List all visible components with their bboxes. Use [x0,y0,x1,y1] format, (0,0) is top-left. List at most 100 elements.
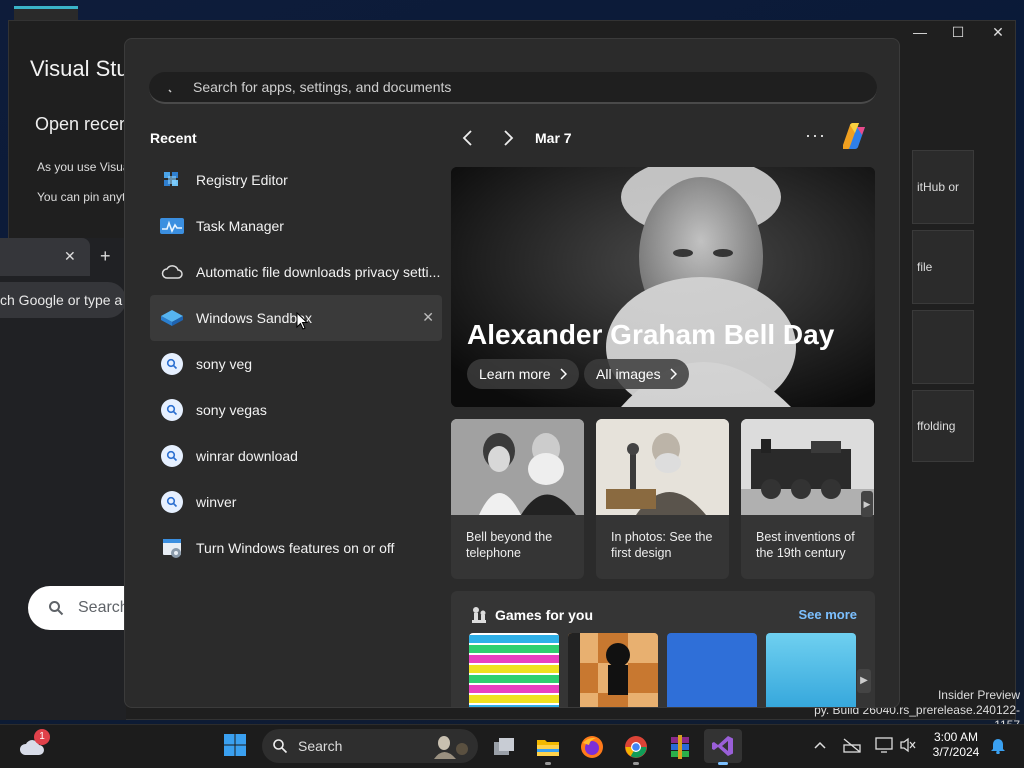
search-icon [161,353,183,375]
next-day-button[interactable] [497,127,519,149]
story-card-image [451,419,584,515]
game-tile-blue[interactable] [667,633,757,707]
chrome-icon[interactable] [620,731,652,765]
story-card-title: Best inventions of the 19th century [756,530,855,560]
chess-icon [471,606,487,629]
story-card-first-design[interactable]: In photos: See the first design [596,419,729,579]
search-icon [161,399,183,421]
games-section: Games for you See more ▶ [451,591,875,707]
chrome-new-tab-icon[interactable]: + [100,246,111,267]
start-menu: Search for apps, settings, and documents… [124,38,900,708]
taskbar: 1 Search 3:00 AM 3/7/2024 [0,724,1024,768]
file-explorer-icon[interactable] [532,731,564,765]
task-view-icon[interactable] [488,731,520,763]
vs-info-line-1: As you use Visua [37,160,130,174]
clock-date: 3/7/2024 [932,745,980,759]
hero-title: Alexander Graham Bell Day [467,319,835,350]
recent-item-windows-features[interactable]: Turn Windows features on or off [150,525,442,571]
winrar-icon[interactable] [664,731,696,763]
vs-action-card-folder[interactable] [912,310,974,384]
windows-features-icon [160,536,184,560]
recent-heading: Recent [150,130,197,146]
games-scroll-right-icon[interactable]: ▶ [857,669,871,693]
learn-more-label: Learn more [479,366,551,382]
recent-item-label: Registry Editor [196,172,288,188]
chevron-right-icon [669,368,677,380]
recent-item-registry-editor[interactable]: Registry Editor [150,157,442,203]
recent-item-label: sony vegas [196,402,267,418]
start-search-placeholder: Search for apps, settings, and documents [193,79,452,95]
chrome-tab-close-icon[interactable]: ✕ [64,248,76,265]
recent-item-label: Windows Sandbox [196,310,312,326]
taskbar-clock[interactable]: 3:00 AM 3/7/2024 [930,730,982,760]
previous-day-button[interactable] [457,127,479,149]
learn-more-button[interactable]: Learn more [467,359,579,389]
mouse-cursor-icon [296,311,309,335]
start-search-input[interactable]: Search for apps, settings, and documents [149,72,877,104]
minimize-icon[interactable]: — [900,24,940,46]
display-icon[interactable] [872,733,896,757]
game-tile-color-lines[interactable] [469,633,559,707]
search-icon [161,491,183,513]
cloud-icon [160,260,184,284]
vs-action-card-open[interactable]: file [912,230,974,304]
registry-editor-icon [160,168,184,192]
show-hidden-icons-chevron-up-icon[interactable] [808,733,832,757]
search-icon [48,600,64,616]
spotlight-date: Mar 7 [535,130,572,146]
notification-badge: 1 [34,729,50,745]
background-window-tab [14,6,78,20]
notification-bell-icon[interactable] [986,733,1010,757]
games-heading: Games for you [495,607,594,623]
all-images-label: All images [596,366,661,382]
game-tile-chess[interactable] [568,633,658,707]
recent-list: Registry Editor Task Manager Automatic f… [150,157,442,571]
task-manager-icon [160,214,184,238]
chrome-address-bar[interactable]: ch Google or type a [0,282,126,318]
widgets-weather-icon[interactable]: 1 [16,729,50,763]
story-card-title: In photos: See the first design [611,530,713,560]
firefox-icon[interactable] [576,731,608,763]
vs-action-card-clone[interactable]: itHub or [912,150,974,224]
search-icon [272,738,288,754]
clock-time: 3:00 AM [933,730,979,744]
vs-action-card-new[interactable]: ffolding [912,390,974,462]
copilot-icon[interactable] [837,119,871,153]
vs-title: Visual Stu [30,56,129,81]
recent-item-label: sony veg [196,356,253,372]
recent-item-search-winrar-download[interactable]: winrar download [150,433,442,479]
more-options-icon[interactable]: ··· [805,125,826,146]
story-card-image [596,419,729,515]
story-card-bell-beyond[interactable]: Bell beyond the telephone [451,419,584,579]
cards-scroll-right-icon[interactable]: ▶ [861,491,873,517]
maximize-icon[interactable]: ☐ [938,24,978,46]
chrome-google-search-box[interactable]: Search [28,586,126,630]
windows-sandbox-icon [160,306,184,330]
network-disconnected-icon[interactable] [840,733,864,757]
remove-item-icon[interactable]: ✕ [422,309,434,326]
recent-item-task-manager[interactable]: Task Manager [150,203,442,249]
recent-item-search-sony-veg[interactable]: sony veg [150,341,442,387]
taskbar-search-label: Search [298,738,343,754]
visual-studio-icon[interactable] [704,729,742,765]
spotlight-hero[interactable]: Alexander Graham Bell Day Learn more All… [451,167,875,407]
all-images-button[interactable]: All images [584,359,689,389]
chrome-tab[interactable] [0,238,90,276]
volume-muted-icon[interactable] [896,733,920,757]
recent-item-search-sony-vegas[interactable]: sony vegas [150,387,442,433]
recent-item-file-downloads-privacy[interactable]: Automatic file downloads privacy setti..… [150,249,442,295]
recent-item-label: Task Manager [196,218,284,234]
taskbar-search[interactable]: Search [262,729,478,763]
story-card-inventions[interactable]: Best inventions of the 19th century [741,419,874,579]
game-tile-sky[interactable] [766,633,856,707]
see-more-link[interactable]: See more [798,607,857,622]
close-icon[interactable]: ✕ [978,24,1018,46]
start-icon [224,733,246,761]
search-icon [167,81,179,93]
chrome-search-label: Search [78,599,126,616]
recent-item-label: Turn Windows features on or off [196,540,395,556]
vs-info-line-2: You can pin anyt [37,190,126,204]
start-button[interactable] [219,731,251,763]
recent-item-search-winver[interactable]: winver [150,479,442,525]
search-highlight-icon [430,733,470,759]
